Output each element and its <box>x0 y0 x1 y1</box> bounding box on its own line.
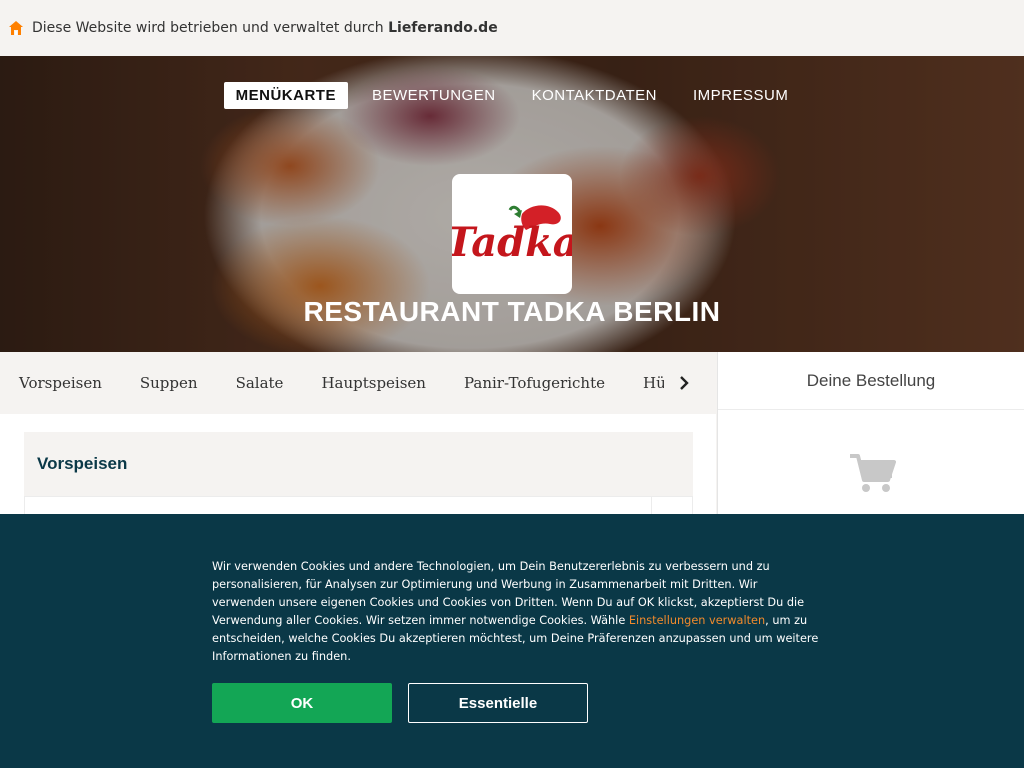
chevron-right-icon[interactable] <box>664 363 704 403</box>
cookie-text: Wir verwenden Cookies und andere Technol… <box>212 558 822 666</box>
operator-text: Diese Website wird betrieben und verwalt… <box>32 20 498 36</box>
category-hauptspeisen[interactable]: Hauptspeisen <box>302 374 445 392</box>
operator-prefix: Diese Website wird betrieben und verwalt… <box>32 20 389 36</box>
nav-menukarte[interactable]: MENÜKARTE <box>223 82 348 109</box>
category-panir-tofugerichte[interactable]: Panir-Tofugerichte <box>445 374 624 392</box>
section-title: Vorspeisen <box>37 454 128 473</box>
category-vorspeisen[interactable]: Vorspeisen <box>0 374 121 392</box>
basket-title: Deine Bestellung <box>718 352 1024 410</box>
restaurant-logo: Tadka <box>452 174 572 294</box>
nav-kontaktdaten[interactable]: KONTAKTDATEN <box>520 82 669 109</box>
operator-brand[interactable]: Lieferando.de <box>388 20 498 36</box>
ok-button[interactable]: OK <box>212 683 392 723</box>
essential-button[interactable]: Essentielle <box>408 683 588 723</box>
cookie-banner: Wir verwenden Cookies und andere Technol… <box>0 514 1024 768</box>
category-salate[interactable]: Salate <box>217 374 303 392</box>
main-nav: MENÜKARTE BEWERTUNGEN KONTAKTDATEN IMPRE… <box>0 82 1024 109</box>
logo-text: Tadka <box>452 219 572 266</box>
nav-bewertungen[interactable]: BEWERTUNGEN <box>360 82 508 109</box>
house-icon <box>8 20 24 36</box>
category-list: Vorspeisen Suppen Salate Hauptspeisen Pa… <box>0 374 664 392</box>
category-huehnerfleisch[interactable]: Hühnerfle <box>624 374 664 392</box>
operator-bar: Diese Website wird betrieben und verwalt… <box>0 0 1024 56</box>
cookie-settings-link[interactable]: Einstellungen verwalten <box>629 614 765 627</box>
category-nav: Vorspeisen Suppen Salate Hauptspeisen Pa… <box>0 352 716 414</box>
nav-impressum[interactable]: IMPRESSUM <box>681 82 800 109</box>
shopping-cart-icon <box>848 452 896 498</box>
section-header: Vorspeisen <box>24 432 693 496</box>
hero-banner: MENÜKARTE BEWERTUNGEN KONTAKTDATEN IMPRE… <box>0 56 1024 352</box>
restaurant-name: RESTAURANT TADKA BERLIN <box>303 296 721 327</box>
category-suppen[interactable]: Suppen <box>121 374 217 392</box>
